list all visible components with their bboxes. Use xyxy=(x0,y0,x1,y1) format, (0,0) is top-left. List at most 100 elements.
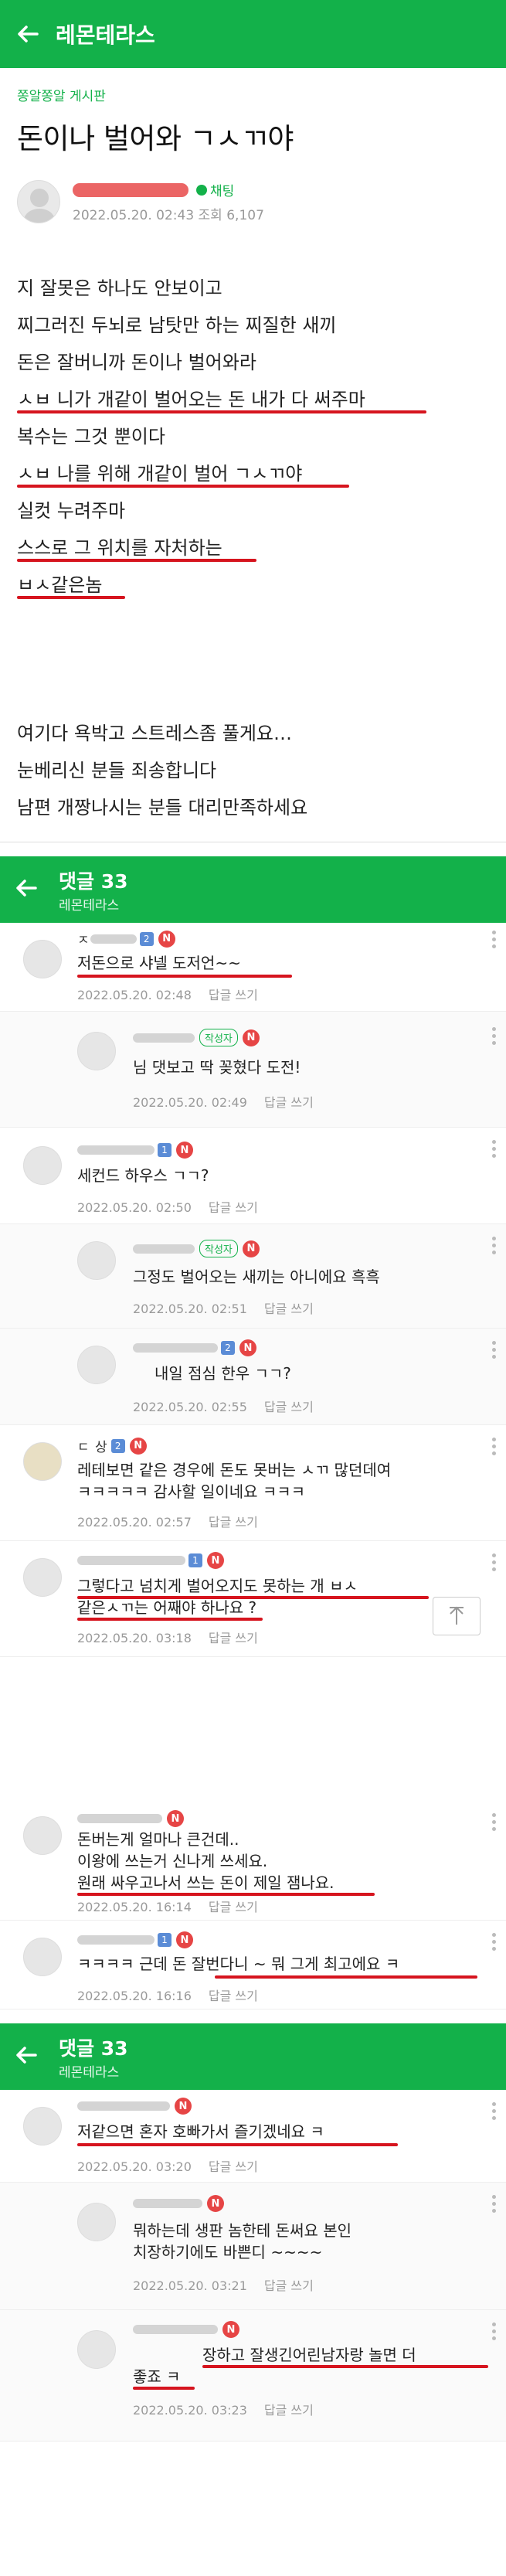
reply-button[interactable]: 답글 쓰기 xyxy=(209,1900,258,1914)
comment-item: 1 N 그렇다고 넘치게 벌어오지도 못하는 개 ㅂㅅ 같은ㅅㄲ는 어째야 하나… xyxy=(0,1541,506,1657)
commenter-name-redacted[interactable] xyxy=(77,1556,185,1565)
chat-button[interactable]: 채팅 xyxy=(196,180,234,199)
back-arrow-icon[interactable] xyxy=(14,20,42,48)
more-options-icon[interactable] xyxy=(492,2102,497,2123)
new-badge: N xyxy=(158,930,175,948)
commenter-avatar[interactable] xyxy=(23,1938,62,1976)
level-badge: 2 xyxy=(139,931,154,946)
post-line: 눈베리신 분들 죄송합니다 xyxy=(17,760,217,781)
commenter-name-redacted[interactable] xyxy=(77,2101,170,2111)
post-line-underlined: ㅅㅂ 나를 위해 개같이 벌어 ㄱㅅㄲ야 xyxy=(17,455,489,492)
post-views: 조회 6,107 xyxy=(198,208,264,223)
commenter-avatar[interactable] xyxy=(23,1558,62,1597)
commenter-name-redacted[interactable] xyxy=(77,1935,155,1945)
commenter-name-redacted[interactable] xyxy=(133,1033,195,1043)
chat-icon xyxy=(196,184,207,196)
commenter-name[interactable]: ㄷ 상 xyxy=(77,1436,108,1455)
reply-button[interactable]: 답글 쓰기 xyxy=(209,1631,258,1645)
post-line: 남편 개짱나시는 분들 대리만족하세요 xyxy=(17,797,308,818)
commenter-avatar[interactable] xyxy=(77,2330,116,2369)
commenter-name[interactable]: ㅈ xyxy=(77,929,90,948)
commenter-name-redacted[interactable] xyxy=(133,1244,195,1254)
commenter-name-redacted[interactable] xyxy=(77,1145,155,1155)
comment-text: 세컨드 하우스 ㄱㄱ? xyxy=(77,1166,209,1185)
author-row: 채팅 2022.05.20. 02:43 조회 6,107 xyxy=(0,157,506,223)
post-line-underlined: ㅅㅂ 니가 개같이 벌어오는 돈 내가 다 써주마 xyxy=(17,381,489,418)
commenter-avatar[interactable] xyxy=(23,1146,62,1185)
post-line: 돈은 잘버니까 돈이나 벌어와라 xyxy=(17,352,256,373)
comment-text: 저돈으로 샤넬 도저언~~ xyxy=(77,954,241,972)
comment-date: 2022.05.20. 03:18 xyxy=(77,1631,192,1645)
commenter-avatar[interactable] xyxy=(23,1816,62,1855)
commenter-avatar[interactable] xyxy=(77,1346,116,1384)
more-options-icon[interactable] xyxy=(492,2195,497,2216)
back-arrow-icon[interactable] xyxy=(14,2043,39,2071)
reply-button[interactable]: 답글 쓰기 xyxy=(264,2278,314,2293)
comment-text: 내일 점심 한우 ㄱㄱ? xyxy=(155,1364,291,1383)
post-line: 지 잘못은 하나도 안보이고 xyxy=(17,277,222,299)
comment-text: 님 댓보고 딱 꽂혔다 도전! xyxy=(133,1058,301,1077)
comment-text: 장하고 잘생긴어린남자랑 놀면 더 xyxy=(202,2346,416,2364)
more-options-icon[interactable] xyxy=(492,931,497,951)
commenter-avatar[interactable] xyxy=(77,1241,116,1280)
author-name-redacted[interactable] xyxy=(73,182,188,197)
arrow-up-icon xyxy=(450,1606,464,1625)
more-options-icon[interactable] xyxy=(492,1813,497,1834)
post-line-underlined: 스스로 그 위치를 자처하는 xyxy=(17,529,489,567)
more-options-icon[interactable] xyxy=(492,1237,497,1257)
comment-item: ㅈ 2 N 저돈으로 샤넬 도저언~~ 2022.05.20. 02:48 답글 … xyxy=(0,923,506,1012)
comment-text: 원래 싸우고나서 쓰는 돈이 제일 잼나요. xyxy=(77,1873,335,1892)
post-screenshot: 레몬테라스 쫑알쫑알 게시판 돈이나 벌어와 ㄱㅅㄲ야 채팅 2022.05.2… xyxy=(0,0,506,842)
commenter-avatar[interactable] xyxy=(23,940,62,978)
reply-button[interactable]: 답글 쓰기 xyxy=(209,1200,258,1215)
post-title: 돈이나 벌어와 ㄱㅅㄲ야 xyxy=(17,122,294,155)
comment-text: 그정도 벌어오는 새끼는 아니에요 흑흑 xyxy=(133,1268,380,1286)
commenter-avatar[interactable] xyxy=(77,1032,116,1070)
reply-item: 2 N 내일 점심 한우 ㄱㄱ? 2022.05.20. 02:55 답글 쓰기 xyxy=(0,1329,506,1425)
comment-date: 2022.05.20. 02:48 xyxy=(77,988,192,1002)
reply-button[interactable]: 답글 쓰기 xyxy=(264,2403,314,2418)
commenter-avatar[interactable] xyxy=(23,1442,62,1481)
new-badge: N xyxy=(239,1339,256,1356)
commenter-name-redacted[interactable] xyxy=(77,1814,162,1823)
more-options-icon[interactable] xyxy=(492,1933,497,1954)
comments-screenshot-2: N 돈버는게 얼마나 큰건데.. 이왕에 쓰는거 신나게 쓰세요. 원래 싸우고… xyxy=(0,1801,506,2009)
comment-item: N 돈버는게 얼마나 큰건데.. 이왕에 쓰는거 신나게 쓰세요. 원래 싸우고… xyxy=(0,1801,506,1921)
back-arrow-icon[interactable] xyxy=(14,876,39,903)
new-badge: N xyxy=(176,1142,193,1159)
red-underline xyxy=(77,1893,375,1896)
more-options-icon[interactable] xyxy=(492,2322,497,2343)
comment-date: 2022.05.20. 03:23 xyxy=(133,2403,247,2418)
level-badge: 2 xyxy=(221,1341,235,1355)
reply-button[interactable]: 답글 쓰기 xyxy=(264,1095,314,1110)
reply-button[interactable]: 답글 쓰기 xyxy=(209,1515,258,1530)
post-meta: 2022.05.20. 02:43 조회 6,107 xyxy=(73,204,264,223)
scroll-to-top-button[interactable] xyxy=(433,1597,481,1635)
more-options-icon[interactable] xyxy=(492,1027,497,1048)
post-line xyxy=(17,604,489,641)
reply-button[interactable]: 답글 쓰기 xyxy=(209,988,258,1002)
comment-text: 그렇다고 넘치게 벌어오지도 못하는 개 ㅂㅅ xyxy=(77,1577,358,1595)
commenter-name-redacted[interactable] xyxy=(133,2199,202,2208)
post-line: 실컷 누려주마 xyxy=(17,500,126,522)
red-underline xyxy=(17,410,426,413)
more-options-icon[interactable] xyxy=(492,1438,497,1458)
reply-button[interactable]: 답글 쓰기 xyxy=(209,1989,258,2003)
reply-button[interactable]: 답글 쓰기 xyxy=(264,1302,314,1316)
commenter-name-redacted xyxy=(90,934,137,944)
post-line: 찌그러진 두뇌로 남탓만 하는 찌질한 새끼 xyxy=(17,315,337,336)
commenter-name-redacted[interactable] xyxy=(133,1343,218,1353)
commenter-avatar[interactable] xyxy=(23,2107,62,2146)
more-options-icon[interactable] xyxy=(492,1341,497,1362)
board-link[interactable]: 쫑알쫑알 게시판 xyxy=(0,68,506,104)
more-options-icon[interactable] xyxy=(492,1140,497,1161)
commenter-avatar[interactable] xyxy=(77,2203,116,2241)
new-badge: N xyxy=(207,1552,224,1569)
commenter-name-redacted[interactable] xyxy=(133,2325,218,2334)
author-avatar[interactable] xyxy=(17,180,60,223)
reply-button[interactable]: 답글 쓰기 xyxy=(209,2159,258,2174)
comment-item: N 저같으면 혼자 호빠가서 즐기겠네요 ㅋ 2022.05.20. 03:20… xyxy=(0,2090,506,2183)
reply-button[interactable]: 답글 쓰기 xyxy=(264,1400,314,1414)
post-line: 여기다 욕박고 스트레스좀 풀게요… xyxy=(17,723,293,744)
more-options-icon[interactable] xyxy=(492,1553,497,1574)
